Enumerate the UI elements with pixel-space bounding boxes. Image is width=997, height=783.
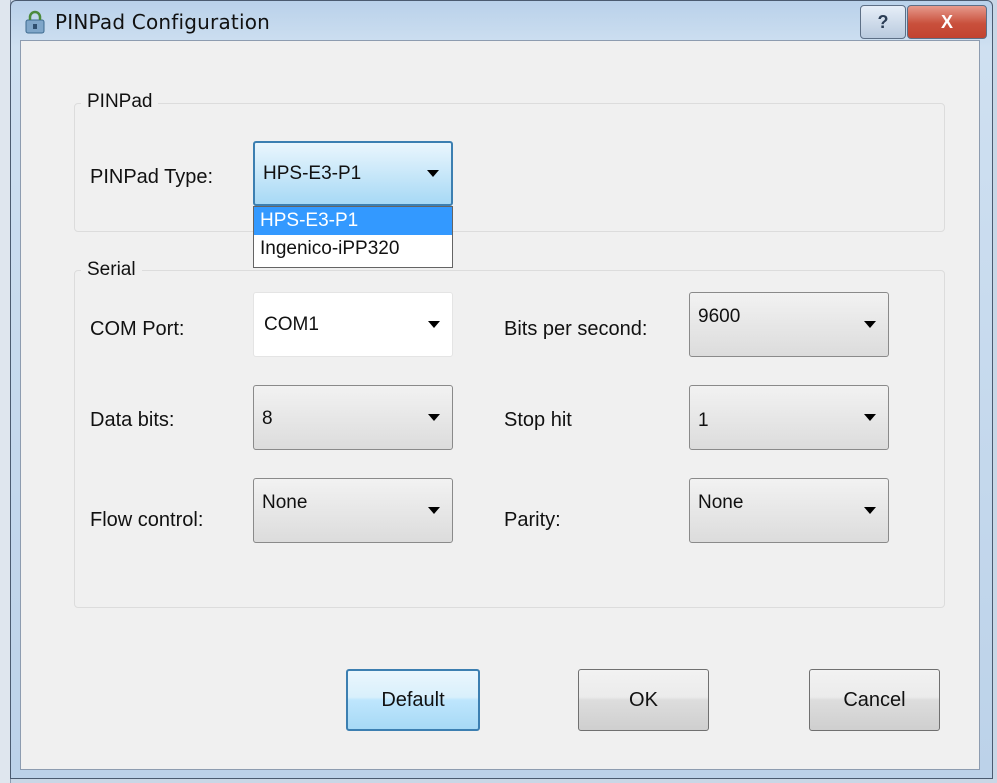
- pinpad-config-dialog: PINPad Configuration ? X PINPad PINPad T…: [10, 0, 993, 779]
- stop-bit-label: Stop hit: [504, 409, 572, 431]
- dropdown-option[interactable]: HPS-E3-P1: [254, 207, 452, 235]
- chevron-down-icon: [864, 320, 876, 328]
- parity-select[interactable]: None: [689, 478, 889, 543]
- chevron-down-icon: [427, 169, 439, 177]
- chevron-down-icon: [864, 413, 876, 421]
- chevron-down-icon: [864, 506, 876, 514]
- stop-bit-value: 1: [698, 410, 709, 431]
- pinpad-type-select[interactable]: HPS-E3-P1: [253, 141, 453, 206]
- lock-icon: [23, 10, 47, 34]
- dropdown-option[interactable]: Ingenico-iPP320: [254, 235, 452, 263]
- chevron-down-icon: [428, 506, 440, 514]
- serial-group-title: Serial: [81, 259, 142, 281]
- flow-control-select[interactable]: None: [253, 478, 453, 543]
- title-bar[interactable]: PINPad Configuration ? X: [11, 1, 992, 39]
- data-bits-select[interactable]: 8: [253, 385, 453, 450]
- bits-per-second-value: 9600: [698, 306, 741, 327]
- com-port-value: COM1: [264, 314, 319, 335]
- chevron-down-icon: [428, 320, 440, 328]
- flow-control-value: None: [262, 492, 308, 513]
- data-bits-value: 8: [262, 408, 273, 429]
- chevron-down-icon: [428, 413, 440, 421]
- help-icon: ?: [877, 11, 889, 32]
- pinpad-type-value: HPS-E3-P1: [263, 163, 362, 184]
- cancel-button[interactable]: Cancel: [809, 669, 940, 731]
- pinpad-type-dropdown-list: HPS-E3-P1 Ingenico-iPP320: [253, 206, 453, 268]
- bits-per-second-label: Bits per second:: [504, 318, 648, 340]
- com-port-select[interactable]: COM1: [253, 292, 453, 357]
- close-icon: X: [940, 11, 953, 32]
- help-button[interactable]: ?: [860, 5, 906, 39]
- data-bits-label: Data bits:: [90, 409, 175, 431]
- flow-control-label: Flow control:: [90, 509, 204, 531]
- pinpad-group-title: PINPad: [81, 91, 159, 113]
- window-title: PINPad Configuration: [55, 10, 271, 34]
- ok-button[interactable]: OK: [578, 669, 709, 731]
- default-button[interactable]: Default: [346, 669, 480, 731]
- parity-value: None: [698, 492, 744, 513]
- close-button[interactable]: X: [907, 5, 987, 39]
- com-port-label: COM Port:: [90, 318, 185, 340]
- parity-label: Parity:: [504, 509, 561, 531]
- dialog-body: PINPad PINPad Type: HPS-E3-P1 Serial COM…: [20, 40, 980, 770]
- stop-bit-select[interactable]: 1: [689, 385, 889, 450]
- pinpad-type-label: PINPad Type:: [90, 166, 214, 188]
- bits-per-second-select[interactable]: 9600: [689, 292, 889, 357]
